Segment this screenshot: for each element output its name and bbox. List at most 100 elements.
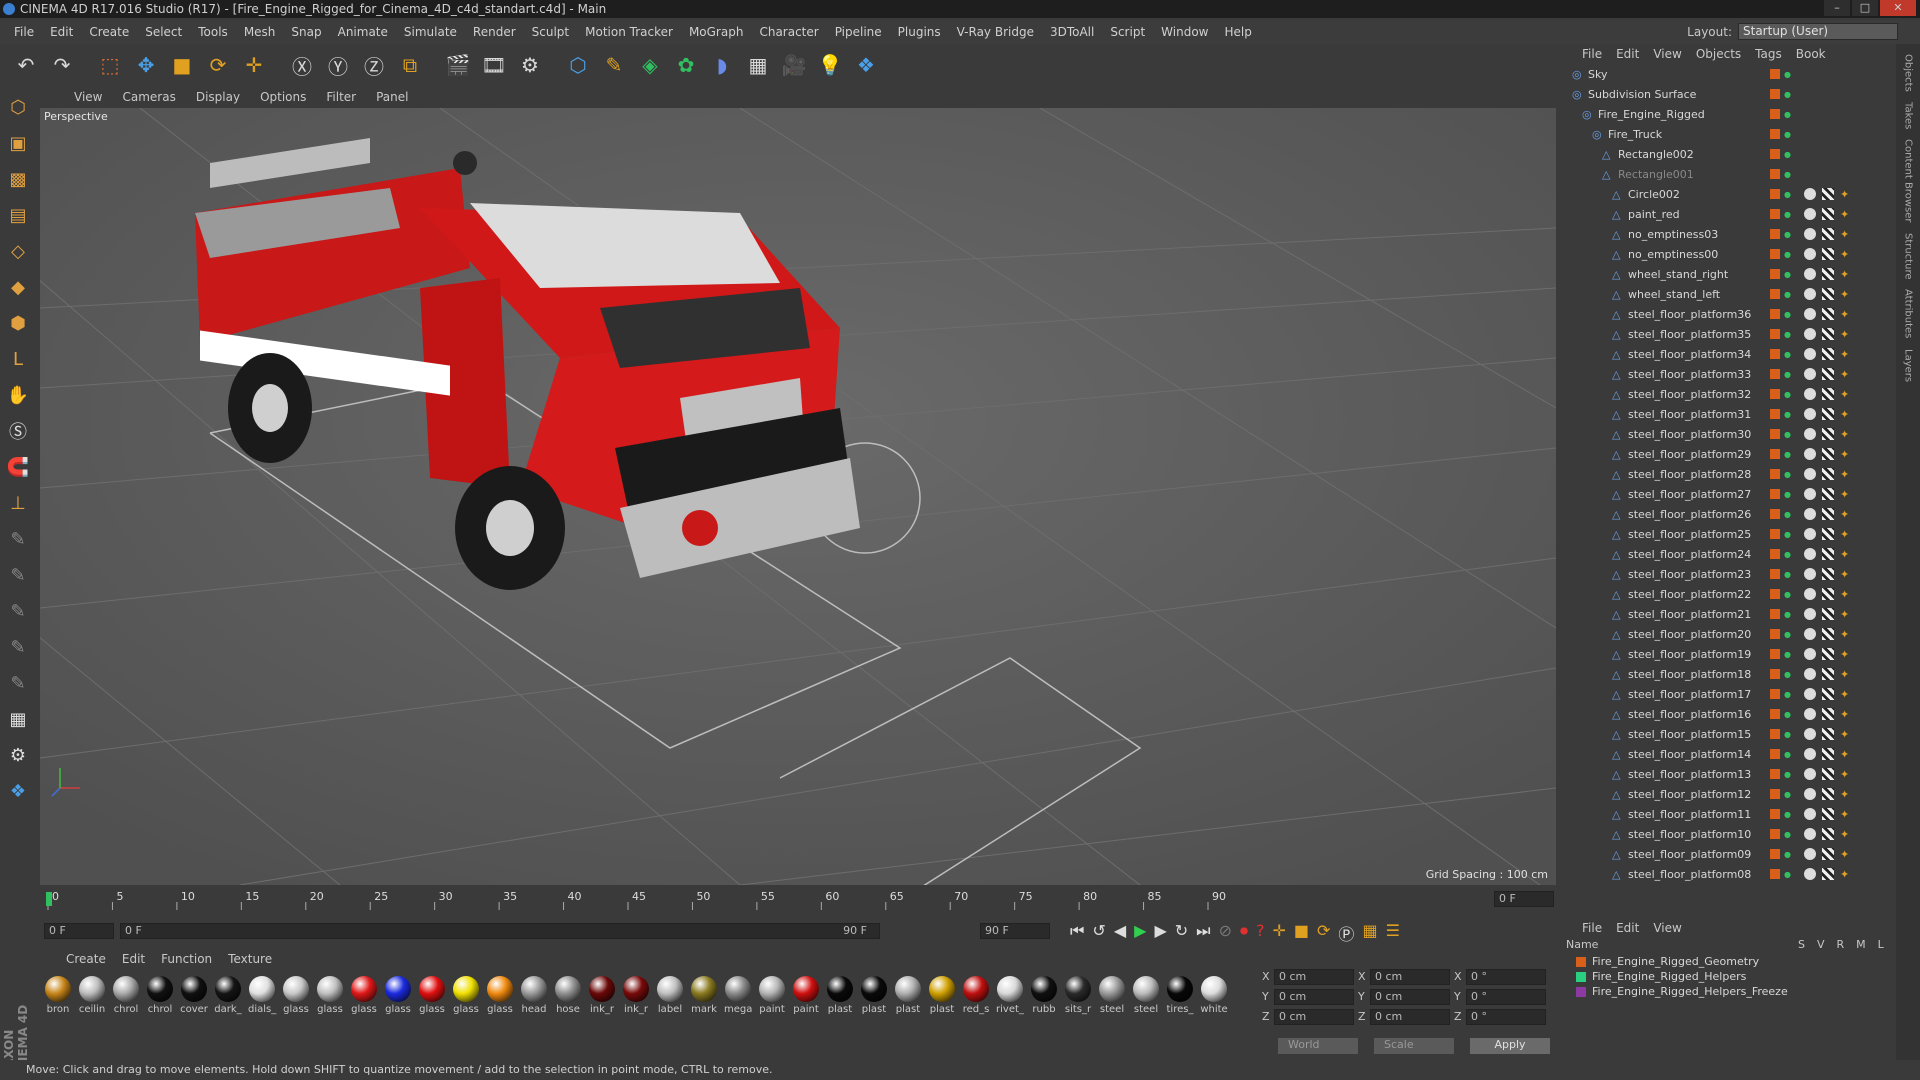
material-swatch[interactable]: paint bbox=[758, 976, 786, 1015]
right-tab-takes[interactable]: Takes bbox=[1903, 102, 1914, 129]
visibility-dots-icon[interactable]: ● bbox=[1784, 410, 1791, 419]
coord-rot-field[interactable]: 0 ° bbox=[1466, 1009, 1546, 1025]
visibility-dots-icon[interactable]: ● bbox=[1784, 770, 1791, 779]
menu-snap[interactable]: Snap bbox=[283, 25, 329, 39]
object-row[interactable]: △ steel_floor_platform14 ● ✦ bbox=[1562, 744, 1892, 764]
cube-icon[interactable]: ⬡ bbox=[562, 49, 594, 81]
next-key-icon[interactable]: ↻ bbox=[1175, 921, 1188, 945]
object-row[interactable]: △ no_emptiness00 ● ✦ bbox=[1562, 244, 1892, 264]
menu-render[interactable]: Render bbox=[465, 25, 524, 39]
object-row[interactable]: △ steel_floor_platform25 ● ✦ bbox=[1562, 524, 1892, 544]
record-icon[interactable]: ⊘ bbox=[1219, 921, 1232, 945]
object-row[interactable]: △ steel_floor_platform20 ● ✦ bbox=[1562, 624, 1892, 644]
visibility-dots-icon[interactable]: ● bbox=[1784, 150, 1791, 159]
live-selection-icon[interactable]: ⬚ bbox=[94, 49, 126, 81]
object-row[interactable]: △ steel_floor_platform36 ● ✦ bbox=[1562, 304, 1892, 324]
object-row[interactable]: △ steel_floor_platform35 ● ✦ bbox=[1562, 324, 1892, 344]
make-editable-icon[interactable]: ⬡ bbox=[3, 92, 33, 122]
material-swatch[interactable]: steel bbox=[1132, 976, 1160, 1015]
menu-script[interactable]: Script bbox=[1102, 25, 1153, 39]
material-menu-create[interactable]: Create bbox=[66, 952, 106, 966]
visibility-dots-icon[interactable]: ● bbox=[1784, 250, 1791, 259]
visibility-dots-icon[interactable]: ● bbox=[1784, 110, 1791, 119]
material-swatch[interactable]: chrol bbox=[112, 976, 140, 1015]
object-row[interactable]: △ wheel_stand_left ● ✦ bbox=[1562, 284, 1892, 304]
visibility-dots-icon[interactable]: ● bbox=[1784, 270, 1791, 279]
object-row[interactable]: △ steel_floor_platform18 ● ✦ bbox=[1562, 664, 1892, 684]
workplane-lock-icon[interactable]: ⊥ bbox=[3, 488, 33, 518]
snap-icon[interactable]: Ⓢ bbox=[3, 416, 33, 446]
material-swatch[interactable]: rivet_ bbox=[996, 976, 1024, 1015]
material-swatch[interactable]: rubb bbox=[1030, 976, 1058, 1015]
visibility-dots-icon[interactable]: ● bbox=[1784, 870, 1791, 879]
layer-menu-file[interactable]: File bbox=[1582, 921, 1602, 935]
object-row[interactable]: △ steel_floor_platform13 ● ✦ bbox=[1562, 764, 1892, 784]
right-tab-objects[interactable]: Objects bbox=[1903, 54, 1914, 92]
coord-pos-field[interactable]: 0 cm bbox=[1274, 989, 1354, 1005]
visibility-dots-icon[interactable]: ● bbox=[1784, 590, 1791, 599]
visibility-dots-icon[interactable]: ● bbox=[1784, 90, 1791, 99]
move-icon[interactable]: ✥ bbox=[130, 49, 162, 81]
visibility-dots-icon[interactable]: ● bbox=[1784, 570, 1791, 579]
coord-size-field[interactable]: 0 cm bbox=[1370, 1009, 1450, 1025]
axis-mode-icon[interactable]: L bbox=[3, 344, 33, 374]
object-row[interactable]: △ steel_floor_platform28 ● ✦ bbox=[1562, 464, 1892, 484]
points-mode-icon[interactable]: ◇ bbox=[3, 236, 33, 266]
object-menu-book[interactable]: Book bbox=[1796, 47, 1826, 61]
scale-dropdown[interactable]: Scale bbox=[1374, 1038, 1454, 1054]
object-row[interactable]: △ steel_floor_platform15 ● ✦ bbox=[1562, 724, 1892, 744]
deformer-icon[interactable]: ◗ bbox=[706, 49, 738, 81]
material-menu-edit[interactable]: Edit bbox=[122, 952, 145, 966]
object-row[interactable]: ◎ Fire_Truck ● bbox=[1562, 124, 1892, 144]
python-script-icon[interactable]: ❖ bbox=[3, 776, 33, 806]
material-swatch[interactable]: glass bbox=[316, 976, 344, 1015]
material-swatch[interactable]: glass bbox=[282, 976, 310, 1015]
menu-pipeline[interactable]: Pipeline bbox=[827, 25, 890, 39]
material-swatch[interactable]: white bbox=[1200, 976, 1228, 1015]
material-swatch[interactable]: tires_ bbox=[1166, 976, 1194, 1015]
relax-brush-icon[interactable]: ✎ bbox=[3, 596, 33, 626]
y-axis-icon[interactable]: Ⓨ bbox=[322, 49, 354, 81]
object-row[interactable]: △ no_emptiness03 ● ✦ bbox=[1562, 224, 1892, 244]
world-dropdown[interactable]: World bbox=[1278, 1038, 1358, 1054]
object-menu-tags[interactable]: Tags bbox=[1755, 47, 1782, 61]
coordinate-system-icon[interactable]: ⧉ bbox=[394, 49, 426, 81]
magnet-icon[interactable]: 🧲 bbox=[3, 452, 33, 482]
end-frame-field[interactable]: 90 F bbox=[980, 923, 1050, 939]
render-settings-icon[interactable]: ⚙ bbox=[514, 49, 546, 81]
material-swatch[interactable]: mark bbox=[690, 976, 718, 1015]
material-swatch[interactable]: steel bbox=[1098, 976, 1126, 1015]
rotation-key-icon[interactable]: ⟳ bbox=[1317, 921, 1330, 945]
material-swatch[interactable]: glass bbox=[486, 976, 514, 1015]
redo-icon[interactable]: ↷ bbox=[46, 49, 78, 81]
workplane-icon[interactable]: ▤ bbox=[3, 200, 33, 230]
visibility-dots-icon[interactable]: ● bbox=[1784, 550, 1791, 559]
object-row[interactable]: △ steel_floor_platform27 ● ✦ bbox=[1562, 484, 1892, 504]
parameter-key-icon[interactable]: Ⓟ bbox=[1338, 921, 1354, 945]
object-row[interactable]: △ steel_floor_platform08 ● ✦ bbox=[1562, 864, 1892, 884]
visibility-dots-icon[interactable]: ● bbox=[1784, 310, 1791, 319]
visibility-dots-icon[interactable]: ● bbox=[1784, 470, 1791, 479]
polygons-mode-icon[interactable]: ⬢ bbox=[3, 308, 33, 338]
frame-range-slider[interactable]: 0 F 90 F bbox=[120, 923, 880, 939]
object-row[interactable]: △ Circle002 ● ✦ bbox=[1562, 184, 1892, 204]
texture-mode-icon[interactable]: ▩ bbox=[3, 164, 33, 194]
material-swatch[interactable]: glass bbox=[452, 976, 480, 1015]
menu-simulate[interactable]: Simulate bbox=[396, 25, 465, 39]
object-row[interactable]: △ steel_floor_platform23 ● ✦ bbox=[1562, 564, 1892, 584]
object-row[interactable]: △ steel_floor_platform22 ● ✦ bbox=[1562, 584, 1892, 604]
visibility-dots-icon[interactable]: ● bbox=[1784, 730, 1791, 739]
material-swatch[interactable]: sits_r bbox=[1064, 976, 1092, 1015]
keyframe-selection-icon[interactable]: ? bbox=[1256, 921, 1265, 945]
object-row[interactable]: △ steel_floor_platform24 ● ✦ bbox=[1562, 544, 1892, 564]
paint-brush-icon[interactable]: ✎ bbox=[3, 560, 33, 590]
close-icon[interactable]: ✕ bbox=[1880, 0, 1916, 16]
visibility-dots-icon[interactable]: ● bbox=[1784, 750, 1791, 759]
material-swatch[interactable]: plast bbox=[826, 976, 854, 1015]
visibility-dots-icon[interactable]: ● bbox=[1784, 650, 1791, 659]
array-icon[interactable]: ✿ bbox=[670, 49, 702, 81]
spline-pen-icon[interactable]: ✎ bbox=[598, 49, 630, 81]
material-swatch[interactable]: glass bbox=[418, 976, 446, 1015]
subdivision-icon[interactable]: ◈ bbox=[634, 49, 666, 81]
object-row[interactable]: △ steel_floor_platform33 ● ✦ bbox=[1562, 364, 1892, 384]
